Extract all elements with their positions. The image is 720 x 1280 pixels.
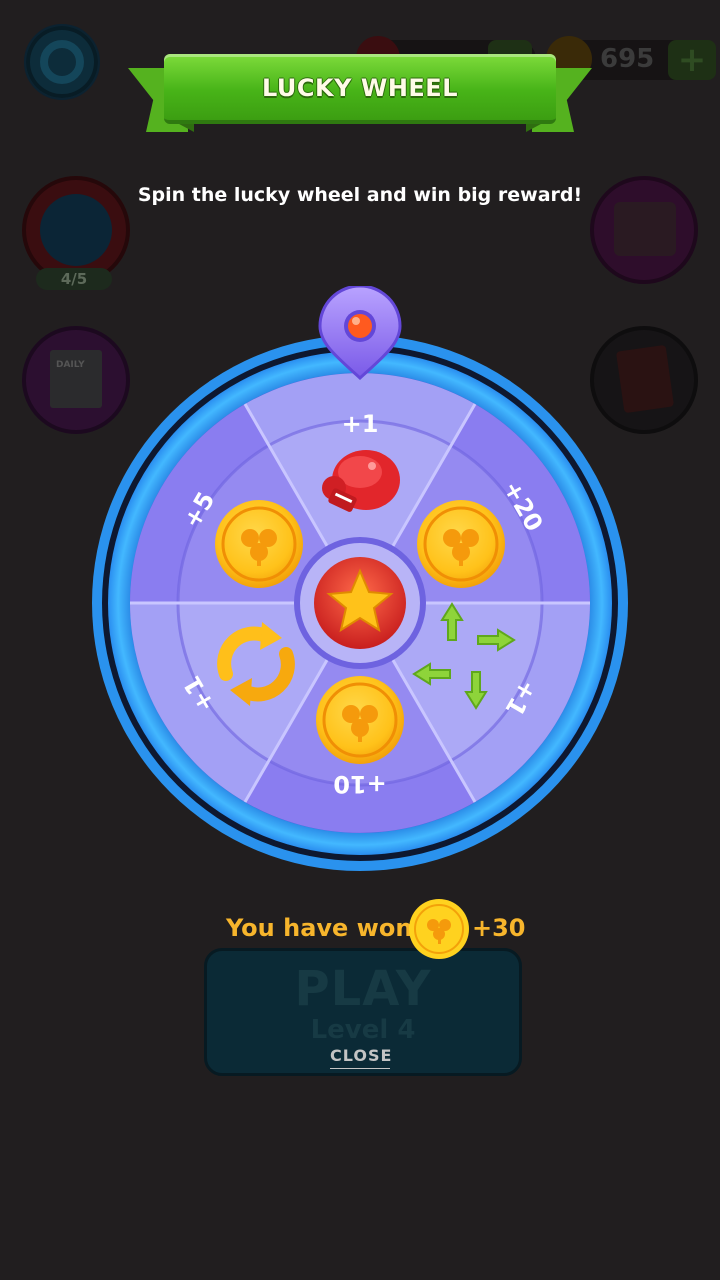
gear-icon <box>40 40 84 84</box>
page-title: LUCKY WHEEL <box>261 74 458 102</box>
clover-coin-bottom <box>316 676 404 764</box>
close-button[interactable]: CLOSE <box>330 1046 391 1069</box>
clover-coin-icon <box>409 899 469 959</box>
play-label: PLAY <box>294 961 432 1017</box>
clover-coin-upper-left <box>215 500 303 588</box>
won-text: You have won <box>226 914 413 942</box>
won-amount: +30 <box>472 914 526 942</box>
add-coins-button: + <box>668 40 716 80</box>
pointer-light-icon <box>348 314 372 338</box>
subtitle: Spin the lucky wheel and win big reward! <box>137 184 583 206</box>
shop-icon <box>614 202 676 256</box>
segment-label-bottom: +10 <box>333 770 387 798</box>
level-label: Level 4 <box>310 1015 416 1045</box>
settings-button <box>24 24 100 100</box>
coin-count: 695 <box>600 44 655 74</box>
clover-coin-upper-right <box>417 500 505 588</box>
lucky-wheel[interactable]: +1 +20 +1 +10 +1 +5 <box>80 286 640 886</box>
segment-label-top: +1 <box>342 410 379 438</box>
